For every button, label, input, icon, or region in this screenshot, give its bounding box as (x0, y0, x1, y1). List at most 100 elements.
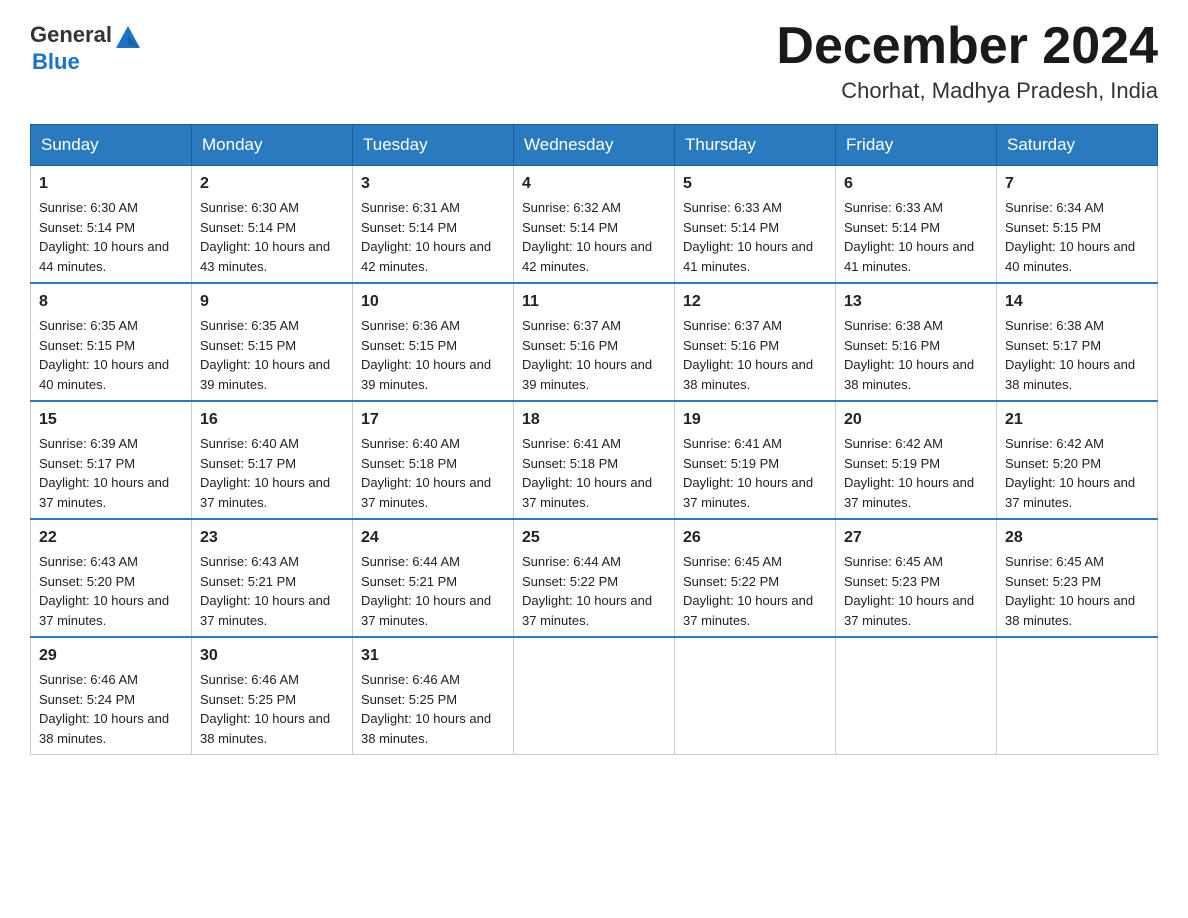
sunset-text: Sunset: 5:23 PM (844, 574, 940, 589)
daylight-text: Daylight: 10 hours and 44 minutes. (39, 239, 169, 274)
day-number: 15 (39, 408, 183, 432)
daylight-text: Daylight: 10 hours and 37 minutes. (844, 593, 974, 628)
daylight-text: Daylight: 10 hours and 38 minutes. (1005, 357, 1135, 392)
sunrise-text: Sunrise: 6:45 AM (1005, 554, 1104, 569)
sunrise-text: Sunrise: 6:38 AM (1005, 318, 1104, 333)
sunrise-text: Sunrise: 6:42 AM (844, 436, 943, 451)
sunset-text: Sunset: 5:24 PM (39, 692, 135, 707)
sunrise-text: Sunrise: 6:40 AM (200, 436, 299, 451)
sunrise-text: Sunrise: 6:44 AM (361, 554, 460, 569)
day-number: 25 (522, 526, 666, 550)
calendar-week-row: 1Sunrise: 6:30 AMSunset: 5:14 PMDaylight… (31, 166, 1158, 284)
daylight-text: Daylight: 10 hours and 37 minutes. (39, 475, 169, 510)
day-number: 13 (844, 290, 988, 314)
calendar-week-row: 22 Sunrise: 6:43 AM Sunset: 5:20 PM Dayligh… (31, 519, 1158, 637)
sunset-text: Sunset: 5:22 PM (522, 574, 618, 589)
weekday-header-thursday: Thursday (675, 125, 836, 166)
day-number: 6 (844, 172, 988, 196)
sunrise-text: Sunrise: 6:46 AM (39, 672, 138, 687)
calendar-cell: 13Sunrise: 6:38 AMSunset: 5:16 PMDayligh… (836, 283, 997, 401)
weekday-header-tuesday: Tuesday (353, 125, 514, 166)
sunset-text: Sunset: 5:14 PM (39, 220, 135, 235)
sunrise-text: Sunrise: 6:30 AM (200, 200, 299, 215)
logo-text-general: General (30, 23, 112, 47)
sunrise-text: Sunrise: 6:44 AM (522, 554, 621, 569)
weekday-header-sunday: Sunday (31, 125, 192, 166)
calendar-cell: 26Sunrise: 6:45 AMSunset: 5:22 PMDayligh… (675, 519, 836, 637)
month-year-title: December 2024 (776, 20, 1158, 72)
sunset-text: Sunset: 5:16 PM (683, 338, 779, 353)
daylight-text: Daylight: 10 hours and 37 minutes. (361, 475, 491, 510)
daylight-text: Daylight: 10 hours and 41 minutes. (683, 239, 813, 274)
sunset-text: Sunset: 5:18 PM (361, 456, 457, 471)
sunset-text: Sunset: 5:14 PM (200, 220, 296, 235)
calendar-cell: 4Sunrise: 6:32 AMSunset: 5:14 PMDaylight… (514, 166, 675, 284)
sunrise-text: Sunrise: 6:39 AM (39, 436, 138, 451)
daylight-text: Daylight: 10 hours and 39 minutes. (522, 357, 652, 392)
calendar-cell: 8Sunrise: 6:35 AMSunset: 5:15 PMDaylight… (31, 283, 192, 401)
sunset-text: Sunset: 5:14 PM (522, 220, 618, 235)
day-number: 31 (361, 644, 505, 668)
calendar-cell: 24Sunrise: 6:44 AMSunset: 5:21 PMDayligh… (353, 519, 514, 637)
sunrise-text: Sunrise: 6:41 AM (522, 436, 621, 451)
sunrise-text: Sunrise: 6:45 AM (844, 554, 943, 569)
daylight-text: Daylight: 10 hours and 38 minutes. (1005, 593, 1135, 628)
sunset-text: Sunset: 5:20 PM (39, 574, 135, 589)
sunset-text: Sunset: 5:16 PM (522, 338, 618, 353)
daylight-text: Daylight: 10 hours and 37 minutes. (683, 593, 813, 628)
calendar-cell: 29 Sunrise: 6:46 AM Sunset: 5:24 PM Dayligh… (31, 637, 192, 755)
sunrise-text: Sunrise: 6:43 AM (200, 554, 299, 569)
daylight-text: Daylight: 10 hours and 38 minutes. (361, 711, 491, 746)
day-number: 29 (39, 644, 183, 668)
calendar-cell: 11Sunrise: 6:37 AMSunset: 5:16 PMDayligh… (514, 283, 675, 401)
calendar-cell: 16Sunrise: 6:40 AMSunset: 5:17 PMDayligh… (192, 401, 353, 519)
sunset-text: Sunset: 5:15 PM (361, 338, 457, 353)
daylight-text: Daylight: 10 hours and 37 minutes. (522, 593, 652, 628)
sunrise-text: Sunrise: 6:35 AM (39, 318, 138, 333)
daylight-text: Daylight: 10 hours and 39 minutes. (200, 357, 330, 392)
sunset-text: Sunset: 5:16 PM (844, 338, 940, 353)
daylight-text: Daylight: 10 hours and 37 minutes. (1005, 475, 1135, 510)
logo: General Blue (30, 20, 142, 74)
calendar-cell: 10Sunrise: 6:36 AMSunset: 5:15 PMDayligh… (353, 283, 514, 401)
day-number: 26 (683, 526, 827, 550)
daylight-text: Daylight: 10 hours and 39 minutes. (361, 357, 491, 392)
daylight-text: Daylight: 10 hours and 43 minutes. (200, 239, 330, 274)
sunset-text: Sunset: 5:14 PM (361, 220, 457, 235)
sunset-text: Sunset: 5:25 PM (361, 692, 457, 707)
sunrise-text: Sunrise: 6:35 AM (200, 318, 299, 333)
day-number: 14 (1005, 290, 1149, 314)
day-number: 8 (39, 290, 183, 314)
day-number: 23 (200, 526, 344, 550)
calendar-cell: 14Sunrise: 6:38 AMSunset: 5:17 PMDayligh… (997, 283, 1158, 401)
day-number: 4 (522, 172, 666, 196)
calendar-cell: 28Sunrise: 6:45 AMSunset: 5:23 PMDayligh… (997, 519, 1158, 637)
sunset-text: Sunset: 5:23 PM (1005, 574, 1101, 589)
calendar-cell: 21Sunrise: 6:42 AMSunset: 5:20 PMDayligh… (997, 401, 1158, 519)
day-number: 16 (200, 408, 344, 432)
daylight-text: Daylight: 10 hours and 37 minutes. (39, 593, 169, 628)
calendar-cell: 19Sunrise: 6:41 AMSunset: 5:19 PMDayligh… (675, 401, 836, 519)
day-number: 12 (683, 290, 827, 314)
calendar-cell: 9Sunrise: 6:35 AMSunset: 5:15 PMDaylight… (192, 283, 353, 401)
daylight-text: Daylight: 10 hours and 38 minutes. (683, 357, 813, 392)
calendar-week-row: 8 Sunrise: 6:35 AM Sunset: 5:15 PM Daylight… (31, 283, 1158, 401)
sunrise-text: Sunrise: 6:43 AM (39, 554, 138, 569)
calendar-cell: 31Sunrise: 6:46 AMSunset: 5:25 PMDayligh… (353, 637, 514, 755)
calendar-cell: 12Sunrise: 6:37 AMSunset: 5:16 PMDayligh… (675, 283, 836, 401)
daylight-text: Daylight: 10 hours and 38 minutes. (39, 711, 169, 746)
sunrise-text: Sunrise: 6:34 AM (1005, 200, 1104, 215)
sunset-text: Sunset: 5:21 PM (361, 574, 457, 589)
sunrise-text: Sunrise: 6:41 AM (683, 436, 782, 451)
day-number: 17 (361, 408, 505, 432)
day-number: 9 (200, 290, 344, 314)
weekday-header-friday: Friday (836, 125, 997, 166)
calendar-cell: 25 Sunrise: 6:44 AM Sunset: 5:22 PM Dayligh… (514, 519, 675, 637)
day-number: 20 (844, 408, 988, 432)
sunrise-text: Sunrise: 6:46 AM (200, 672, 299, 687)
sunrise-text: Sunrise: 6:33 AM (683, 200, 782, 215)
day-number: 22 (39, 526, 183, 550)
sunrise-text: Sunrise: 6:38 AM (844, 318, 943, 333)
day-number: 30 (200, 644, 344, 668)
daylight-text: Daylight: 10 hours and 37 minutes. (361, 593, 491, 628)
